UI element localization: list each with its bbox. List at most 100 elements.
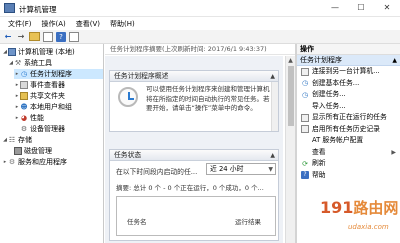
action-label: 连接到另一台计算机...: [312, 67, 380, 75]
window-controls: — ☐ ✕: [322, 0, 400, 17]
tree-item-performance[interactable]: ▸ ◕ 性能: [14, 113, 44, 123]
folder-up-icon[interactable]: [29, 32, 40, 41]
minimize-icon[interactable]: —: [322, 0, 348, 17]
watermark-text: 路由网: [353, 199, 399, 217]
summary-body: 任务计划程序概述 ▲ 可以使用任务计划程序来创建和管理计算机将在所指定的时间自动…: [105, 56, 283, 243]
action-label: 刷新: [312, 159, 326, 167]
collapse-triangle-icon[interactable]: ▲: [270, 150, 275, 161]
actions-title: 操作: [297, 44, 400, 55]
task-status-table: 任务名 运行结果: [116, 196, 276, 236]
tree-item-task-scheduler[interactable]: ▸ ◷ 任务计划程序: [14, 69, 103, 79]
action-connect[interactable]: 连接到另一台计算机...: [297, 66, 400, 78]
task-status-section: 任务状态 ▲ 在以下时间段内启动的任... 近 24 小时 ▼ 摘要: 总计 0…: [109, 149, 279, 241]
tree-item-disk-management[interactable]: 磁盘管理: [14, 146, 52, 156]
menu-view[interactable]: 查看(V): [71, 17, 105, 30]
action-label: 显示所有正在运行的任务: [312, 113, 387, 121]
action-at-service-config[interactable]: AT 服务帐户配置: [297, 135, 400, 147]
scroll-up-icon[interactable]: ▲: [286, 56, 295, 65]
tree-item-computer-management[interactable]: ◢ 计算机管理 (本地): [2, 47, 75, 57]
users-icon: ☻: [20, 103, 28, 111]
action-import-task[interactable]: 导入任务...: [297, 101, 400, 113]
action-label: 导入任务...: [312, 101, 346, 110]
action-refresh[interactable]: ⟳ 刷新: [297, 158, 400, 170]
close-icon[interactable]: ✕: [374, 0, 400, 17]
tree-item-device-manager[interactable]: ⚙ 设备管理器: [20, 124, 65, 134]
action-label: 创建任务...: [312, 90, 346, 98]
maximize-icon[interactable]: ☐: [348, 0, 374, 17]
status-summary: 摘要: 总计 0 个 - 0 个正在运行，0 个成功，0 个...: [116, 184, 264, 192]
column-header-run-result[interactable]: 运行结果: [235, 217, 261, 227]
action-enable-history[interactable]: 启用所有任务历史记录: [297, 124, 400, 136]
actions-group-label: 任务计划程序: [300, 56, 342, 64]
task-status-title[interactable]: 任务状态 ▲: [110, 150, 278, 161]
task-scheduler-clock-icon: [118, 87, 138, 107]
clock-icon: ◷: [20, 70, 28, 78]
performance-icon: ◕: [20, 114, 28, 122]
overview-text: 可以使用任务计划程序来创建和管理计算机将在所指定的时间自动执行的常见任务。若要开…: [146, 85, 270, 112]
overview-title-label: 任务计划程序概述: [114, 72, 169, 80]
storage-icon: ☷: [8, 136, 16, 144]
event-log-icon: [20, 81, 28, 89]
overview-title[interactable]: 任务计划程序概述 ▲: [110, 71, 278, 82]
scroll-thumb[interactable]: [288, 66, 294, 126]
import-icon: [301, 102, 309, 110]
tree-item-shared-folders[interactable]: ▸ 共享文件夹: [14, 91, 65, 101]
action-create-task[interactable]: ◷ 创建任务...: [297, 89, 400, 101]
window-title: 计算机管理: [19, 5, 57, 14]
watermark-url: udaxia.com: [348, 223, 389, 231]
site-watermark: 191路由网 udaxia.com: [320, 193, 400, 243]
watermark-number: 191: [320, 198, 354, 217]
computer-icon: [8, 48, 16, 56]
menu-file[interactable]: 文件(F): [3, 17, 37, 30]
task-status-title-label: 任务状态: [114, 151, 142, 159]
connect-icon: [301, 67, 309, 76]
time-range-select[interactable]: 近 24 小时 ▼: [206, 163, 276, 175]
column-header-task-name[interactable]: 任务名: [127, 217, 147, 227]
action-label: 帮助: [312, 170, 326, 179]
properties-icon[interactable]: [69, 31, 79, 42]
computer-management-icon: [4, 3, 15, 13]
tree-item-storage[interactable]: ◢ ☷ 存储: [2, 135, 32, 145]
tree-item-label: 事件查看器: [30, 81, 65, 89]
action-show-running-tasks[interactable]: 显示所有正在运行的任务: [297, 112, 400, 124]
tree-item-services-apps[interactable]: ▸ ⚙ 服务和应用程序: [2, 157, 67, 167]
action-label: AT 服务帐户配置: [312, 136, 364, 144]
menu-bar: 文件(F) 操作(A) 查看(V) 帮助(H): [0, 17, 400, 30]
action-label: 创建基本任务...: [312, 78, 360, 87]
disk-icon: [14, 147, 22, 155]
action-view[interactable]: 查看 ▶: [297, 147, 400, 159]
action-label: 查看: [312, 147, 326, 156]
shared-folder-icon: [20, 92, 28, 100]
tree-item-label: 系统工具: [24, 59, 52, 67]
tree-item-label: 本地用户和组: [30, 103, 72, 111]
tree-item-system-tools[interactable]: ◢ ⚒ 系统工具: [8, 58, 52, 68]
tree-item-event-viewer[interactable]: ▸ 事件查看器: [14, 80, 65, 90]
basic-task-icon: ◷: [301, 79, 309, 88]
tree-item-label: 共享文件夹: [30, 92, 65, 100]
overview-scrollbar[interactable]: [271, 82, 278, 131]
action-help[interactable]: ? 帮助: [297, 170, 400, 182]
actions-group-task-scheduler[interactable]: 任务计划程序 ▲: [297, 55, 400, 66]
tree-item-label: 性能: [30, 114, 44, 122]
summary-header: 任务计划程序摘要(上次刷新时间: 2017/6/1 9:43:37): [105, 44, 295, 55]
action-create-basic-task[interactable]: ◷ 创建基本任务...: [297, 78, 400, 90]
menu-action[interactable]: 操作(A): [37, 17, 71, 30]
at-config-icon: [301, 137, 309, 145]
center-scrollbar[interactable]: ▲: [285, 56, 295, 243]
forward-arrow-icon[interactable]: →: [16, 32, 26, 42]
menu-help[interactable]: 帮助(H): [105, 17, 140, 30]
tree-item-label: 任务计划程序: [30, 70, 72, 78]
collapse-triangle-icon[interactable]: ▲: [270, 71, 275, 82]
help-icon[interactable]: ?: [56, 31, 66, 42]
back-arrow-icon[interactable]: ←: [3, 32, 13, 42]
collapse-triangle-icon[interactable]: ▲: [392, 55, 397, 66]
chevron-down-icon: ▼: [268, 166, 273, 173]
tree-item-label: 磁盘管理: [24, 147, 52, 155]
device-manager-icon: ⚙: [20, 125, 28, 133]
show-hide-tree-icon[interactable]: [43, 31, 53, 42]
running-tasks-icon: [301, 113, 309, 122]
refresh-icon: ⟳: [302, 159, 308, 168]
action-label: 启用所有任务历史记录: [312, 124, 380, 133]
tree-item-local-users[interactable]: ▸ ☻ 本地用户和组: [14, 102, 72, 112]
tree-item-label: 存储: [18, 136, 32, 144]
